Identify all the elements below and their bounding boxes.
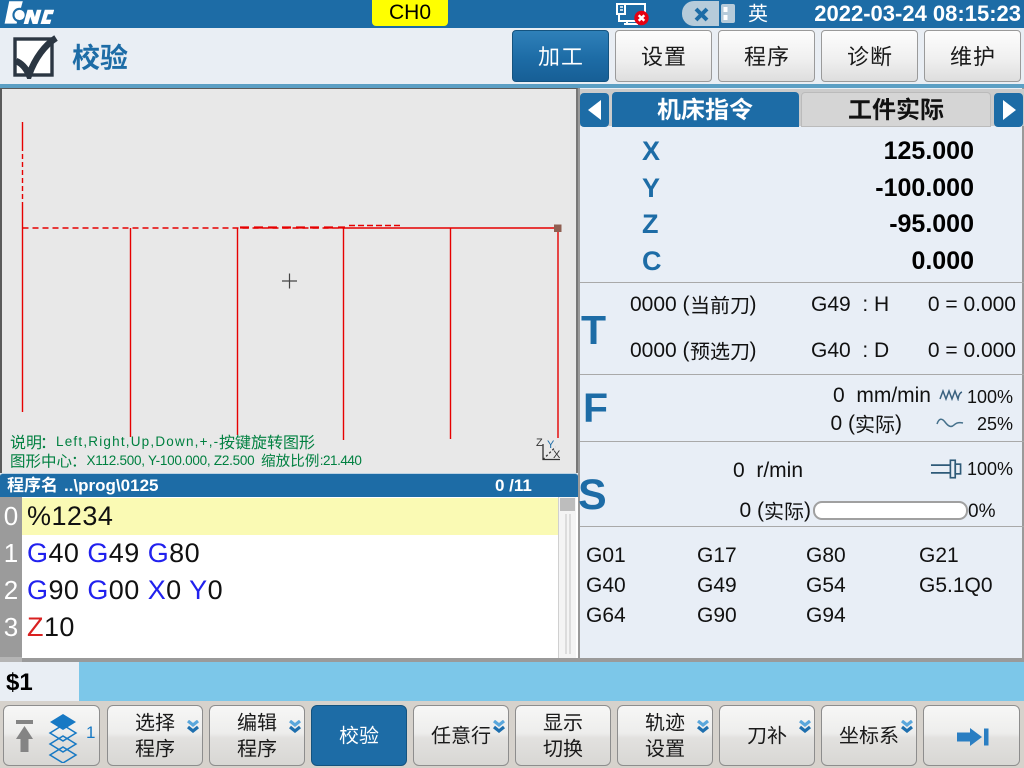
svg-text:X: X [553,449,561,461]
svg-text:Z: Z [536,437,543,449]
